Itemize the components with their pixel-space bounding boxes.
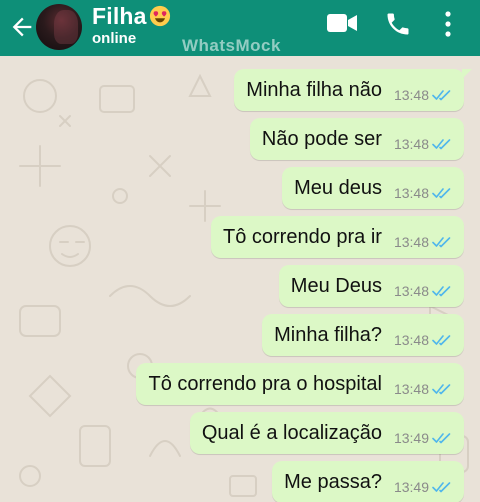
phone-call-icon[interactable] <box>384 10 412 38</box>
message-bubble[interactable]: Minha filha? 13:48 <box>262 314 464 356</box>
message-text: Minha filha não <box>246 78 382 101</box>
message-bubble[interactable]: Minha filha não 13:48 <box>234 69 472 111</box>
message-meta: 13:48 <box>394 273 452 299</box>
contact-name-label: Filha <box>92 3 147 29</box>
message-bubble[interactable]: Me passa? 13:49 <box>272 461 464 502</box>
chat-header: Filha online WhatsMock <box>0 0 480 56</box>
video-call-icon[interactable] <box>326 11 358 35</box>
message-time: 13:48 <box>393 332 429 348</box>
message-text: Tô correndo pra o hospital <box>148 372 382 395</box>
message-bubble[interactable]: Qual é a localização 13:49 <box>189 412 464 454</box>
message-meta: 13:49 <box>394 469 452 495</box>
message-time: 13:48 <box>393 87 429 103</box>
message-bubble[interactable]: Meu Deus 13:48 <box>278 265 464 307</box>
message-meta: 13:48 <box>394 77 452 103</box>
message-meta: 13:49 <box>394 420 452 446</box>
message-time: 13:48 <box>393 234 429 250</box>
message-text: Minha filha? <box>274 323 382 346</box>
message-bubble[interactable]: Não pode ser 13:48 <box>249 118 464 160</box>
read-ticks-icon <box>432 335 451 346</box>
read-ticks-icon <box>432 286 451 297</box>
contact-name[interactable]: Filha <box>92 2 171 30</box>
heart-eyes-emoji-icon <box>149 5 170 27</box>
chat-area[interactable]: Minha filha não 13:48 Não pode ser 13:48… <box>0 56 480 502</box>
back-arrow-icon[interactable] <box>8 13 36 41</box>
message-bubble[interactable]: Tô correndo pra ir 13:48 <box>210 216 464 258</box>
message-text: Tô correndo pra ir <box>222 225 382 248</box>
message-text: Me passa? <box>284 470 382 493</box>
message-meta: 13:48 <box>394 175 452 201</box>
message-meta: 13:48 <box>394 322 452 348</box>
more-options-icon[interactable] <box>442 10 454 38</box>
message-time: 13:49 <box>393 479 429 495</box>
read-ticks-icon <box>432 90 451 101</box>
message-meta: 13:48 <box>394 371 452 397</box>
message-text: Meu Deus <box>290 274 382 297</box>
message-text: Meu deus <box>294 176 382 199</box>
message-bubble[interactable]: Meu deus 13:48 <box>282 167 464 209</box>
read-ticks-icon <box>432 482 451 493</box>
message-meta: 13:48 <box>394 126 452 152</box>
read-ticks-icon <box>432 188 451 199</box>
message-time: 13:48 <box>393 283 429 299</box>
message-time: 13:48 <box>393 136 429 152</box>
avatar[interactable] <box>36 4 82 50</box>
read-ticks-icon <box>432 139 451 150</box>
watermark: WhatsMock <box>182 36 281 55</box>
read-ticks-icon <box>432 237 451 248</box>
message-text: Qual é a localização <box>201 421 382 444</box>
message-bubble[interactable]: Tô correndo pra o hospital 13:48 <box>136 363 464 405</box>
message-time: 13:49 <box>393 430 429 446</box>
contact-status: online <box>92 30 137 47</box>
read-ticks-icon <box>432 384 451 395</box>
message-time: 13:48 <box>393 185 429 201</box>
read-ticks-icon <box>432 433 451 444</box>
message-time: 13:48 <box>393 381 429 397</box>
message-text: Não pode ser <box>261 127 382 150</box>
message-meta: 13:48 <box>394 224 452 250</box>
